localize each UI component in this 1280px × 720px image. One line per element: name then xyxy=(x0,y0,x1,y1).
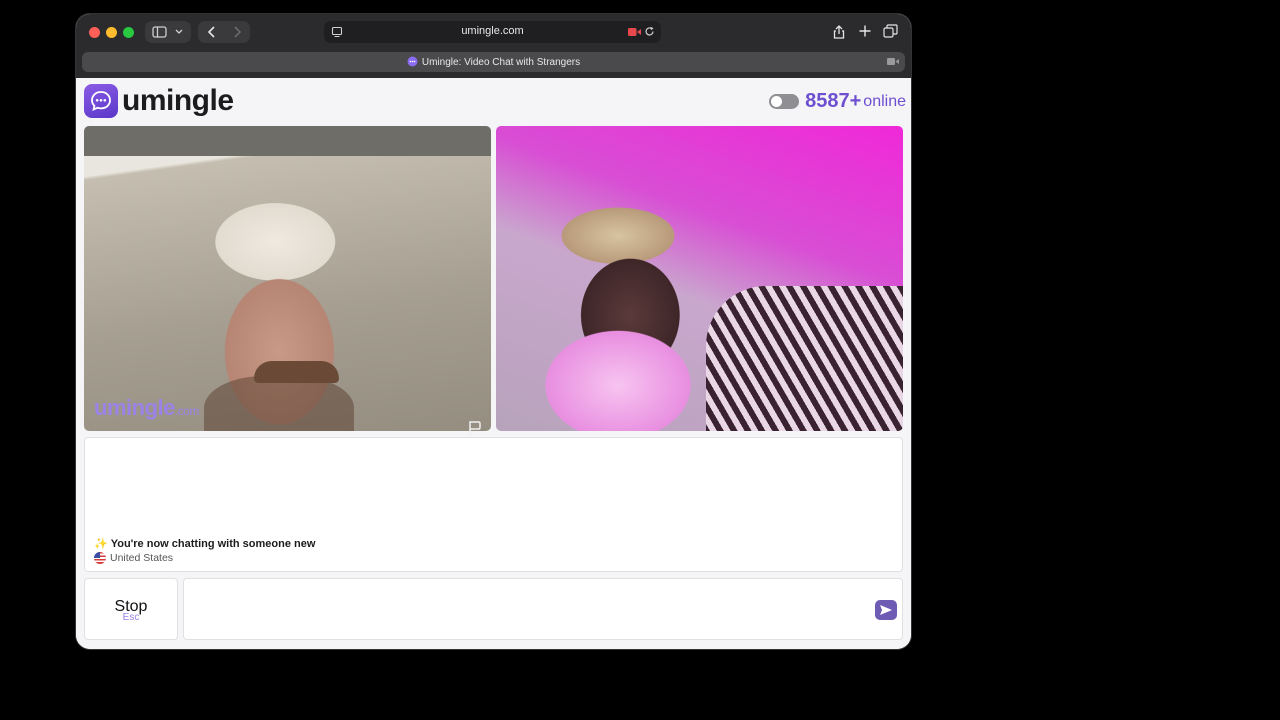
browser-toolbar: umingle.com xyxy=(76,14,911,50)
online-label: online xyxy=(863,92,906,110)
camera-in-use-icon[interactable] xyxy=(628,27,641,37)
page-content: umingle 8587+ online umingle.com ✨ You'r… xyxy=(76,78,911,649)
logo-text: umingle xyxy=(122,84,234,117)
url-text[interactable]: umingle.com xyxy=(324,25,661,37)
tab-title: Umingle: Video Chat with Strangers xyxy=(421,57,581,68)
tab-bar: Umingle: Video Chat with Strangers xyxy=(76,50,911,78)
stranger-video xyxy=(496,126,903,431)
tab-overview-icon[interactable] xyxy=(883,24,898,38)
tab-camera-icon xyxy=(887,58,899,65)
video-watermark: umingle.com xyxy=(94,395,199,420)
browser-window: umingle.com Umingle: Video Chat with Str… xyxy=(76,14,911,649)
address-bar[interactable]: umingle.com xyxy=(324,21,661,43)
local-video: umingle.com xyxy=(84,126,491,431)
chat-log: ✨ You're now chatting with someone new Un… xyxy=(84,437,903,572)
new-tab-icon[interactable] xyxy=(858,24,872,38)
reload-icon[interactable] xyxy=(644,26,655,37)
close-window-button[interactable] xyxy=(89,27,100,38)
us-flag-icon xyxy=(94,552,106,564)
umingle-favicon-icon xyxy=(407,56,418,67)
navigation-buttons xyxy=(198,21,250,43)
toggle-knob xyxy=(771,96,783,107)
stop-shortcut-hint: Esc xyxy=(122,612,140,623)
stranger-country: United States xyxy=(94,552,173,564)
report-flag-icon[interactable] xyxy=(467,420,483,436)
chat-bubble-icon xyxy=(84,84,118,118)
sidebar-toggle-button[interactable] xyxy=(145,21,191,43)
sparkle-icon: ✨ xyxy=(94,538,108,550)
theme-toggle[interactable] xyxy=(769,94,800,109)
active-tab[interactable]: Umingle: Video Chat with Strangers xyxy=(82,52,905,72)
system-message: ✨ You're now chatting with someone new xyxy=(94,538,316,550)
sidebar-icon xyxy=(152,26,183,38)
minimize-window-button[interactable] xyxy=(106,27,117,38)
online-indicator: 8587+ online xyxy=(769,90,906,113)
back-icon[interactable] xyxy=(207,26,215,38)
send-icon xyxy=(880,605,892,615)
forward-icon[interactable] xyxy=(234,26,242,38)
site-logo[interactable]: umingle xyxy=(84,84,234,118)
online-count: 8587+ xyxy=(805,90,862,112)
send-button[interactable] xyxy=(875,600,897,620)
stop-button[interactable]: Stop Esc xyxy=(84,578,178,640)
message-input[interactable] xyxy=(183,578,903,640)
share-icon[interactable] xyxy=(832,24,846,40)
zoom-window-button[interactable] xyxy=(123,27,134,38)
